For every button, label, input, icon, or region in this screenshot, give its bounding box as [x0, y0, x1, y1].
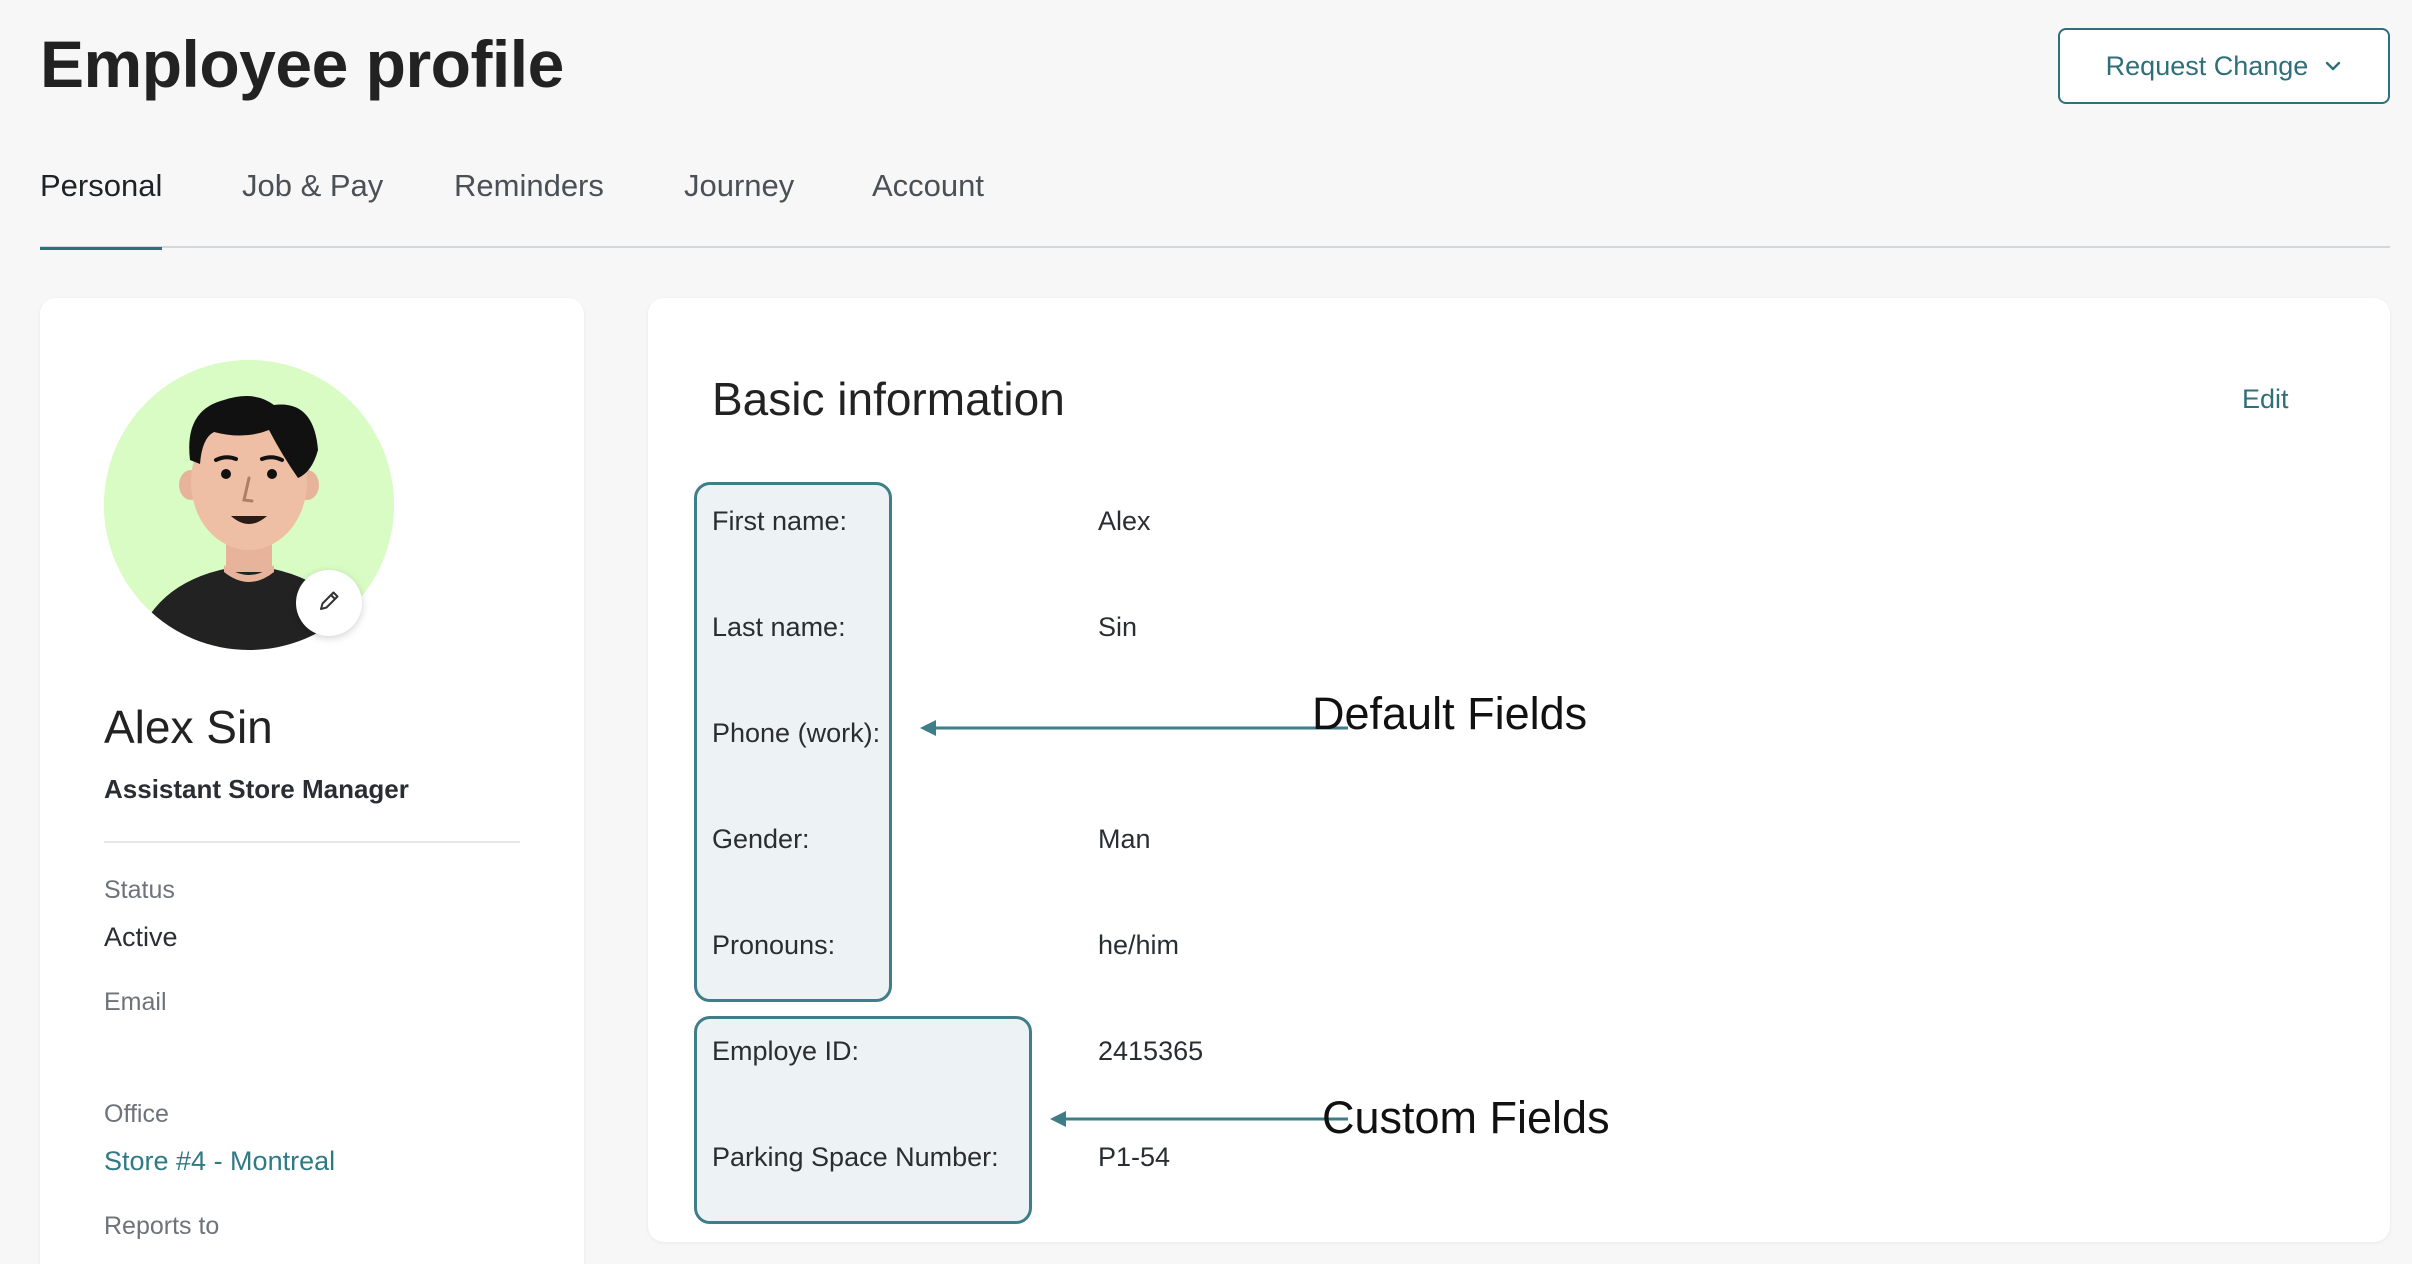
field-value-first-name: Alex	[1098, 506, 1151, 536]
employee-profile-page: Employee profile Request Change Personal…	[0, 0, 2412, 1264]
field-label-last-name: Last name:	[712, 612, 846, 642]
section-title: Basic information	[712, 373, 1065, 425]
edit-button[interactable]: Edit	[2242, 384, 2289, 415]
tab-account[interactable]: Account	[872, 168, 984, 248]
office-label: Office	[104, 1100, 169, 1128]
profile-job-title: Assistant Store Manager	[104, 774, 409, 804]
reports-to-label: Reports to	[104, 1212, 220, 1240]
default-fields-arrow	[920, 720, 1348, 736]
field-value-last-name: Sin	[1098, 612, 1138, 642]
page-title: Employee profile	[40, 27, 564, 101]
field-label-pronouns: Pronouns:	[712, 930, 836, 960]
field-value-gender: Man	[1098, 824, 1151, 854]
tab-personal[interactable]: Personal	[40, 168, 163, 250]
email-label: Email	[104, 988, 167, 1016]
field-label-gender: Gender:	[712, 824, 810, 854]
tab-reminders[interactable]: Reminders	[454, 168, 604, 248]
field-label-parking-space: Parking Space Number:	[712, 1142, 999, 1172]
status-value: Active	[104, 922, 178, 952]
default-fields-annotation: Default Fields	[1312, 688, 1588, 739]
avatar-edit-button[interactable]	[296, 570, 362, 636]
custom-fields-annotation: Custom Fields	[1322, 1092, 1610, 1143]
status-label: Status	[104, 876, 175, 904]
field-label-employee-id: Employe ID:	[712, 1036, 860, 1066]
field-label-phone-work: Phone (work):	[712, 718, 881, 748]
profile-name: Alex Sin	[104, 701, 273, 753]
field-value-pronouns: he/him	[1098, 930, 1180, 960]
basic-information-card: Basic information Edit First name: Alex …	[648, 298, 2390, 1242]
request-change-button[interactable]: Request Change	[2058, 28, 2390, 104]
request-change-label: Request Change	[2105, 50, 2309, 81]
office-link[interactable]: Store #4 - Montreal	[104, 1146, 335, 1177]
field-value-employee-id: 2415365	[1098, 1036, 1204, 1066]
field-label-first-name: First name:	[712, 506, 848, 536]
custom-fields-arrow	[1050, 1111, 1348, 1127]
tab-journey[interactable]: Journey	[684, 168, 794, 248]
field-value-parking-space: P1-54	[1098, 1142, 1171, 1172]
profile-divider	[104, 841, 520, 843]
chevron-down-icon	[2324, 51, 2342, 82]
tab-job-pay[interactable]: Job & Pay	[242, 168, 383, 248]
profile-summary-card: Alex Sin Assistant Store Manager Status …	[40, 298, 584, 1264]
pencil-icon	[315, 587, 343, 620]
profile-tabs: Personal Job & Pay Reminders Journey Acc…	[40, 168, 2390, 250]
